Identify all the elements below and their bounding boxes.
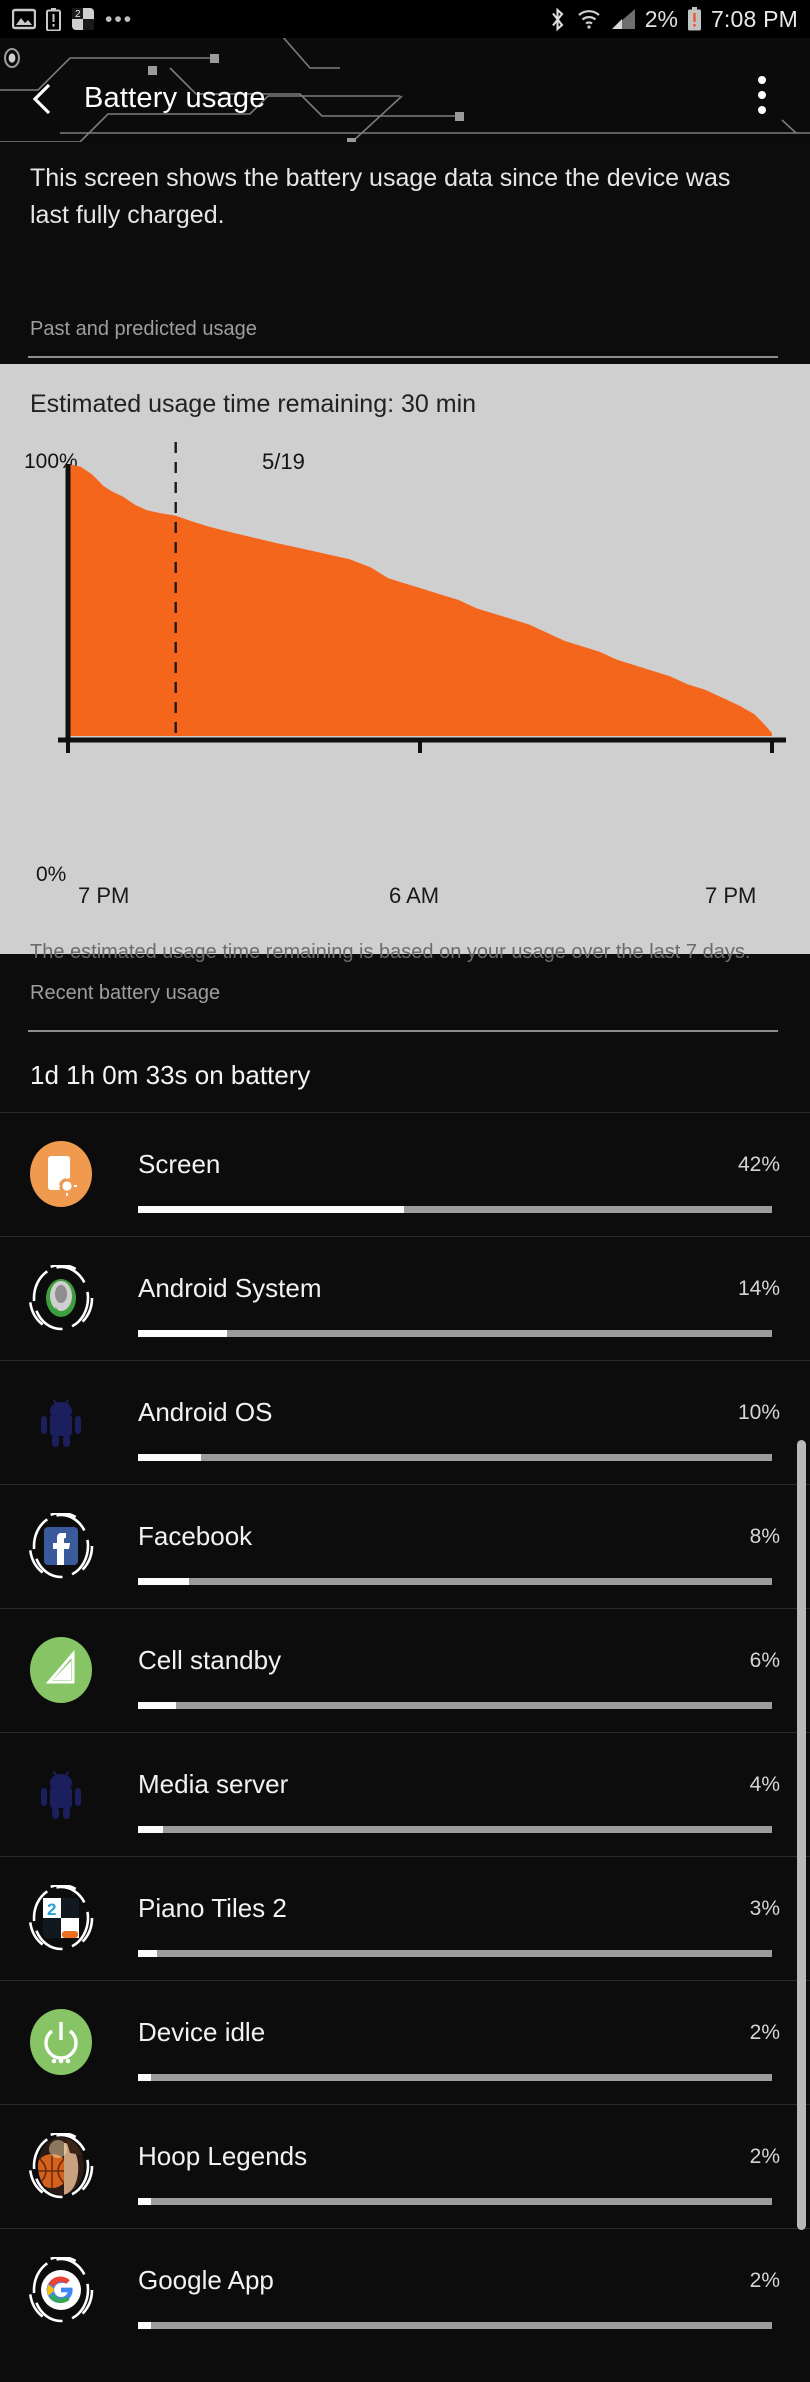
piano-tiles-notification-icon: 2 [72,8,94,30]
app-usage-bar [138,2198,772,2205]
app-usage-row[interactable]: Android OS 10% [0,1360,810,1484]
app-name-label: Cell standby [138,1645,282,1675]
app-usage-bar [138,1578,772,1585]
app-usage-row[interactable]: Hoop Legends 2% [0,2104,810,2228]
status-bar-left-icons: 2 ••• [12,7,133,31]
app-percent-label: 2% [749,2021,780,2044]
app-usage-row[interactable]: Android System 14% [0,1236,810,1360]
app-usage-bar [138,2074,772,2081]
svg-text:2: 2 [75,9,81,20]
estimated-time-remaining-label: Estimated usage time remaining: 30 min [30,390,477,418]
battery-history-plot [58,442,786,753]
app-name-label: Google App [138,2265,274,2295]
wifi-icon [577,10,600,29]
media-server-icon [41,1771,81,1819]
battery-percent-label: 2% [644,5,678,32]
recent-section-divider [28,1030,778,1032]
facebook-icon [28,1513,94,1579]
app-percent-label: 2% [749,2269,780,2292]
overflow-menu-icon[interactable] [740,76,784,124]
screen-brightness-icon [30,1141,92,1207]
app-percent-label: 4% [749,1773,780,1796]
intro-description: This screen shows the battery usage data… [30,164,731,229]
app-usage-bar [138,1950,772,1957]
past-section-divider [28,356,778,358]
bluetooth-icon [551,7,564,31]
app-usage-bar [138,1206,772,1213]
app-name-label: Piano Tiles 2 [138,1893,287,1923]
app-usage-bar [138,1454,772,1461]
battery-history-card: Estimated usage time remaining: 30 min 1… [0,364,810,963]
svg-text:2: 2 [47,1900,56,1919]
app-usage-bar [138,2322,772,2329]
list-scrollbar[interactable] [797,1440,806,2230]
app-usage-row[interactable]: Screen 42% [0,1112,810,1236]
app-usage-row[interactable]: 2 Piano Tiles 2 3% [0,1856,810,1980]
app-name-label: Screen [138,1149,221,1179]
app-usage-bar [138,1702,772,1709]
app-usage-row[interactable]: Media server 4% [0,1732,810,1856]
android-system-icon [28,1265,94,1331]
x-tick-label-1: 6 AM [389,883,440,908]
page-title: Battery usage [84,82,266,114]
status-bar-right-icons: 2% 7:08 PM [548,6,798,33]
app-percent-label: 6% [749,1649,780,1672]
on-battery-duration: 1d 1h 0m 33s on battery [30,1060,311,1090]
x-axis-tick-labels: 7 PM 6 AM 7 PM [0,883,810,913]
piano-tiles-2-icon: 2 [28,1885,94,1951]
app-percent-label: 14% [737,1277,780,1300]
past-and-predicted-label: Past and predicted usage [30,318,257,340]
app-usage-row[interactable]: Device idle 2% [0,1980,810,2104]
app-name-label: Facebook [138,1521,253,1551]
chart-footnote: The estimated usage time remaining is ba… [30,941,751,963]
app-usage-bar [138,1826,772,1833]
android-os-icon [41,1399,81,1447]
battery-usage-screen: 2 ••• 2% 7:08 PM Battery usage This scre… [0,0,810,2382]
more-notifications-icon: ••• [105,7,134,31]
app-usage-row[interactable]: Google App 2% [0,2228,810,2352]
app-name-label: Hoop Legends [138,2141,308,2171]
x-tick-label-2: 7 PM [705,883,757,908]
image-icon [12,8,36,30]
app-percent-label: 2% [749,2145,780,2168]
cellular-signal-icon [611,9,635,29]
battery-alert-icon [46,7,61,31]
google-app-icon [28,2257,94,2323]
app-name-label: Android OS [138,1397,273,1427]
cell-standby-icon [30,1637,92,1703]
app-usage-row[interactable]: Facebook 8% [0,1484,810,1608]
clock-label: 7:08 PM [710,5,798,32]
app-name-label: Media server [138,1769,289,1799]
device-idle-power-icon [30,2009,92,2075]
app-name-label: Device idle [138,2017,266,2047]
action-bar: Battery usage [0,38,810,142]
app-usage-bar [138,1330,772,1337]
back-arrow-icon[interactable] [26,82,60,116]
x-tick-label-0: 7 PM [78,883,130,908]
recent-battery-usage-label: Recent battery usage [30,982,221,1004]
app-name-label: Android System [138,1273,322,1303]
app-percent-label: 3% [749,1897,780,1920]
app-percent-label: 8% [749,1525,780,1548]
app-percent-label: 42% [737,1153,780,1176]
battery-low-icon [687,7,701,31]
app-percent-label: 10% [737,1401,780,1424]
status-bar: 2 ••• 2% 7:08 PM [0,0,810,38]
battery-history-chart [0,436,810,753]
app-usage-row[interactable]: Cell standby 6% [0,1608,810,1732]
hoop-legends-icon [28,2133,94,2199]
